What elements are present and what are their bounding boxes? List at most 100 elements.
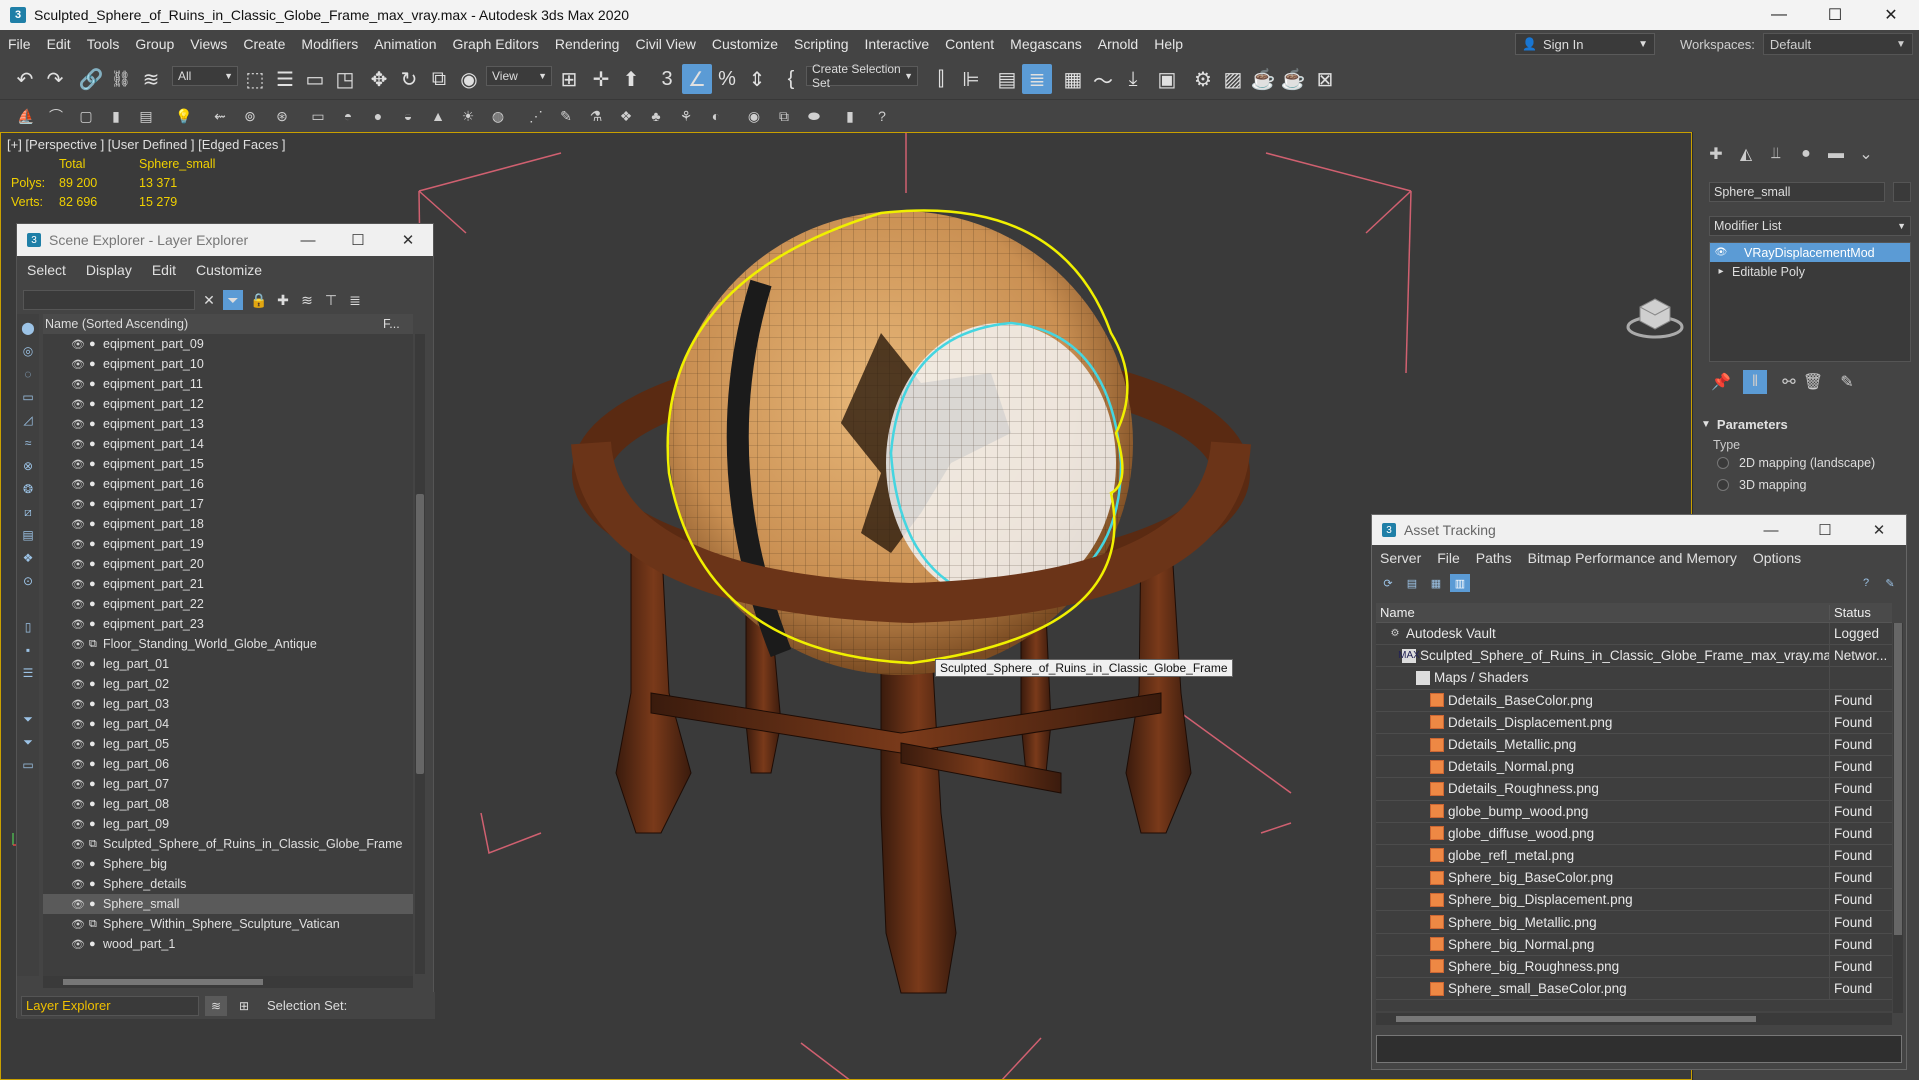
se-menu-customize[interactable]: Customize [186, 262, 272, 278]
pin-stack-icon[interactable]: 📌 [1709, 370, 1733, 394]
create-tab-icon[interactable]: ✚ [1703, 142, 1729, 166]
filter-toggle-icon[interactable]: ⏷ [19, 733, 37, 751]
rotate-icon[interactable]: ↻ [394, 64, 424, 94]
box-icon[interactable]: ▢ [76, 106, 96, 126]
filter-toggle-icon[interactable]: ▯ [19, 618, 37, 636]
asset-row[interactable]: Ddetails_Displacement.png Found [1376, 711, 1892, 734]
filter-toggle-icon[interactable]: ◿ [19, 411, 37, 429]
menu-civil-view[interactable]: Civil View [627, 36, 703, 52]
menu-file[interactable]: File [0, 36, 39, 52]
filter-toggle-icon[interactable] [19, 595, 37, 613]
vray-fur-icon[interactable]: ⋰ [526, 106, 546, 126]
window-crossing-icon[interactable]: ◳ [330, 64, 360, 94]
percent-snap-icon[interactable]: % [712, 64, 742, 94]
scene-object-row[interactable]: 👁 ● eqipment_part_22 [43, 594, 413, 614]
visibility-eye-icon[interactable]: 👁 [71, 818, 89, 831]
menu-group[interactable]: Group [127, 36, 182, 52]
vray-plant-icon[interactable]: ♣ [646, 106, 666, 126]
make-unique-icon[interactable]: ⚯ [1777, 370, 1801, 394]
render-production-icon[interactable]: ☕ [1248, 64, 1278, 94]
scene-object-row[interactable]: 👁 ● eqipment_part_23 [43, 614, 413, 634]
vray-clipper-icon[interactable]: ⚗ [586, 106, 606, 126]
scene-object-row[interactable]: 👁 ● leg_part_07 [43, 774, 413, 794]
column-name-header[interactable]: Name [1376, 605, 1830, 620]
vray-settings-icon[interactable]: ▮ [840, 106, 860, 126]
asset-tracking-titlebar[interactable]: 3 Asset Tracking — ☐ ✕ [1372, 515, 1906, 545]
workspaces-dropdown[interactable]: Default ▼ [1762, 33, 1913, 55]
schematic-view-icon[interactable]: ⤓ [1118, 64, 1148, 94]
visibility-eye-icon[interactable]: 👁 [71, 838, 89, 851]
modifier-stack-item[interactable]: ▸ Editable Poly [1710, 262, 1910, 281]
visibility-eye-icon[interactable]: 👁 [71, 338, 89, 351]
stack-layers-icon[interactable]: ≣ [345, 290, 365, 310]
sign-in-dropdown[interactable]: 👤 Sign In ▼ [1515, 33, 1655, 55]
menu-interactive[interactable]: Interactive [857, 36, 938, 52]
show-end-result-icon[interactable]: ‖ [1743, 370, 1767, 394]
visibility-eye-icon[interactable]: 👁 [71, 798, 89, 811]
explorer-type-dropdown[interactable]: Layer Explorer [21, 995, 199, 1016]
scene-object-row[interactable]: 👁 ● eqipment_part_13 [43, 414, 413, 434]
display-tab-icon[interactable]: ▬ [1823, 142, 1849, 166]
list-icon[interactable]: ▤ [1402, 574, 1422, 592]
visibility-eye-icon[interactable]: 👁 [71, 358, 89, 371]
move-icon[interactable]: ✥ [364, 64, 394, 94]
scene-object-row[interactable]: 👁 ● eqipment_part_17 [43, 494, 413, 514]
filter-toggle-icon[interactable]: ⊗ [19, 457, 37, 475]
select-by-name-icon[interactable]: ☰ [270, 64, 300, 94]
layers-icon[interactable]: ≋ [297, 290, 317, 310]
asset-row[interactable]: Ddetails_Roughness.png Found [1376, 778, 1892, 801]
scene-object-row[interactable]: 👁 ● eqipment_part_14 [43, 434, 413, 454]
render-shortcut-icon[interactable]: ⊠ [1310, 64, 1340, 94]
scene-object-row[interactable]: 👁 ● eqipment_part_15 [43, 454, 413, 474]
visibility-eye-icon[interactable]: 👁 [71, 398, 89, 411]
maximize-button[interactable]: ☐ [1798, 521, 1852, 539]
visibility-eye-icon[interactable]: 👁 [71, 598, 89, 611]
visibility-eye-icon[interactable]: 👁 [71, 898, 89, 911]
link-icon[interactable]: 🔗 [76, 64, 106, 94]
scene-object-row[interactable]: 👁 ● leg_part_04 [43, 714, 413, 734]
scene-object-row[interactable]: 👁 ● leg_part_08 [43, 794, 413, 814]
vray-proxy-icon[interactable]: ✎ [556, 106, 576, 126]
select-object-icon[interactable]: ⬚ [240, 64, 270, 94]
asset-row[interactable]: Sphere_small_BaseColor.png Found [1376, 978, 1892, 1001]
unlink-icon[interactable]: ⛓ [106, 64, 136, 94]
maximize-button[interactable]: ☐ [333, 231, 383, 249]
visibility-eye-icon[interactable]: 👁 [71, 518, 89, 531]
asset-row[interactable]: globe_diffuse_wood.png Found [1376, 822, 1892, 845]
maximize-button[interactable]: ☐ [1807, 0, 1863, 30]
scene-explorer-titlebar[interactable]: 3 Scene Explorer - Layer Explorer — ☐ ✕ [17, 224, 433, 256]
visibility-eye-icon[interactable]: 👁 [71, 538, 89, 551]
asset-row[interactable]: globe_refl_metal.png Found [1376, 844, 1892, 868]
menu-animation[interactable]: Animation [366, 36, 444, 52]
render-setup-icon[interactable]: ⚙ [1188, 64, 1218, 94]
asset-row[interactable]: Sphere_big_Roughness.png Found [1376, 955, 1892, 978]
redo-icon[interactable]: ↷ [40, 64, 70, 94]
parameters-header[interactable]: ▼ Parameters [1701, 414, 1915, 434]
ribbon-icon[interactable]: ⛵ [16, 106, 36, 126]
filter-toggle-icon[interactable]: ⏷ [19, 710, 37, 728]
modifier-stack-item[interactable]: 👁 VRayDisplacementMod [1710, 243, 1910, 262]
help-icon[interactable]: ? [872, 106, 892, 126]
menu-customize[interactable]: Customize [704, 36, 786, 52]
asset-row[interactable]: Sphere_big_Displacement.png Found [1376, 889, 1892, 912]
modify-tab-icon[interactable]: ◭ [1733, 142, 1759, 166]
scene-object-row[interactable]: 👁 ● Sphere_details [43, 874, 413, 894]
expand-arrow-icon[interactable]: ▸ [1710, 266, 1732, 277]
placement-icon[interactable]: ◉ [454, 64, 484, 94]
shape-icon[interactable]: ⌒ [46, 106, 66, 126]
scene-object-row[interactable]: 👁 ● leg_part_02 [43, 674, 413, 694]
configure-modifier-sets-icon[interactable]: ✎ [1835, 370, 1859, 394]
visibility-eye-icon[interactable]: 👁 [71, 758, 89, 771]
at-menu-file[interactable]: File [1429, 550, 1468, 566]
utilities-tab-icon[interactable]: ⌄ [1853, 142, 1879, 166]
asset-row[interactable]: Ddetails_Normal.png Found [1376, 756, 1892, 779]
vray-debug-icon[interactable]: ⬬ [804, 106, 824, 126]
scene-explorer-search-input[interactable] [23, 290, 195, 310]
refresh-icon[interactable]: ⟳ [1378, 574, 1398, 592]
se-menu-select[interactable]: Select [17, 262, 76, 278]
menu-graph-editors[interactable]: Graph Editors [444, 36, 546, 52]
mirror-icon[interactable]: ⫿ [926, 64, 956, 94]
scene-object-row[interactable]: 👁 ● eqipment_part_18 [43, 514, 413, 534]
column-frozen-header[interactable]: F... [383, 317, 413, 331]
asset-row[interactable]: Maps / Shaders [1376, 667, 1892, 690]
